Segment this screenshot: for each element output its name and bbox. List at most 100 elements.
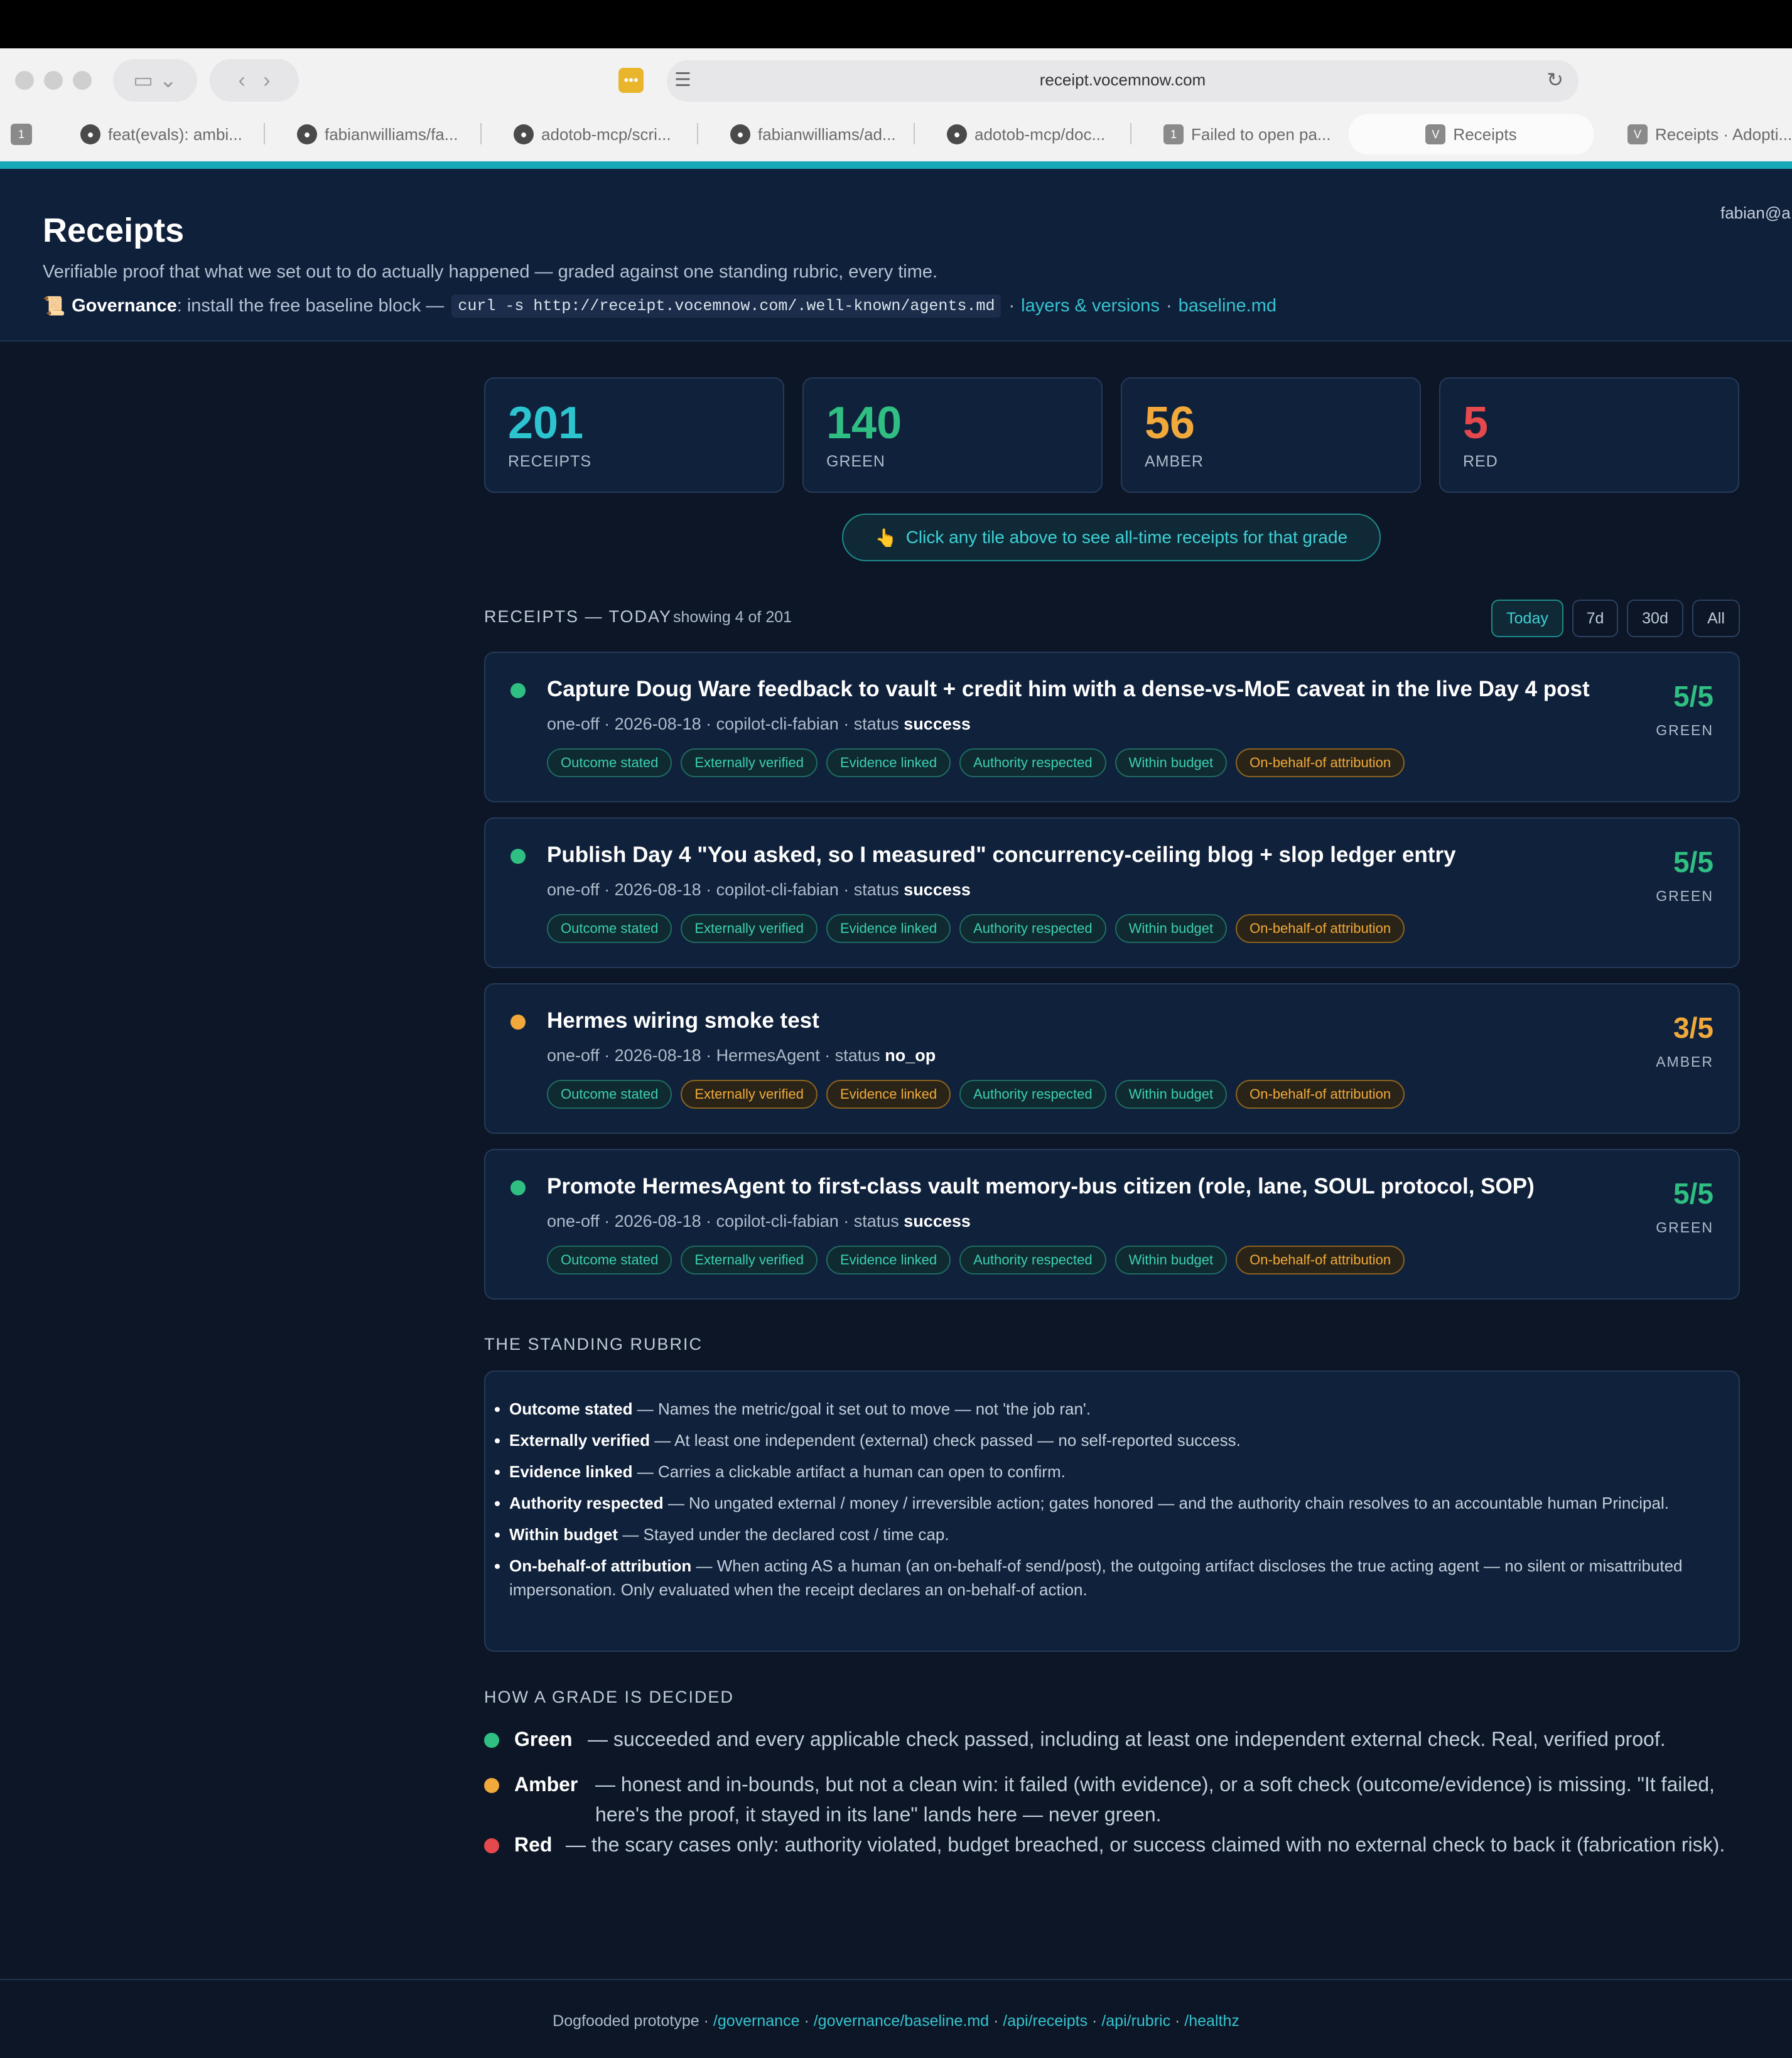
footer-link[interactable]: /healthz: [1184, 2012, 1239, 2030]
history-nav[interactable]: ‹ ›: [210, 59, 299, 102]
rubric-item: Authority respected — No ungated externa…: [509, 1491, 1716, 1515]
check-chip: Authority respected: [959, 1246, 1106, 1274]
check-chip: Within budget: [1115, 1080, 1228, 1109]
layers-versions-link[interactable]: layers & versions: [1021, 296, 1160, 316]
receipt-card[interactable]: Capture Doug Ware feedback to vault + cr…: [484, 652, 1740, 802]
check-chip: Externally verified: [681, 1246, 818, 1274]
tab-5[interactable]: ● adotob-mcp/doc...: [947, 114, 1126, 154]
tile-value: 140: [826, 398, 902, 448]
rubric-item-desc: — At least one independent (external) ch…: [650, 1431, 1241, 1450]
receipt-meta: one-off · 2026-08-18 · copilot-cli-fabia…: [547, 714, 971, 734]
receipt-status: success: [904, 880, 971, 899]
pointing-hand-icon: 👆: [875, 527, 897, 547]
tab-active[interactable]: V Receipts: [1349, 114, 1594, 154]
receipt-grade: GREEN: [1656, 1219, 1714, 1236]
range-7d-button[interactable]: 7d: [1572, 600, 1618, 637]
sidebar-toggle-button[interactable]: ▭ ⌄: [113, 59, 197, 102]
rubric-item-desc: — Stayed under the declared cost / time …: [618, 1525, 949, 1544]
range-30d-button[interactable]: 30d: [1627, 600, 1683, 637]
github-icon: ●: [80, 124, 100, 144]
grade-desc: — succeeded and every applicable check p…: [588, 1728, 1666, 1750]
grade-name: Red: [514, 1833, 553, 1856]
check-chip: Outcome stated: [547, 1080, 672, 1109]
rubric-list: Outcome stated — Names the metric/goal i…: [509, 1397, 1716, 1602]
window-zoom-button[interactable]: [73, 71, 92, 90]
tile-value: 201: [508, 398, 584, 448]
github-icon: ●: [730, 124, 750, 144]
separator: ·: [989, 2012, 1003, 2030]
separator: ·: [703, 2012, 713, 2030]
showing-count: showing 4 of 201: [673, 608, 792, 626]
check-chip: Outcome stated: [547, 748, 672, 777]
tile-green[interactable]: 140 GREEN: [802, 377, 1103, 493]
tab-1[interactable]: ● feat(evals): ambi...: [80, 114, 259, 154]
tile-red[interactable]: 5 RED: [1439, 377, 1739, 493]
rubric-item: Outcome stated — Names the metric/goal i…: [509, 1397, 1716, 1421]
grade-dot: [484, 1838, 499, 1853]
receipt-card[interactable]: Publish Day 4 "You asked, so I measured"…: [484, 817, 1740, 968]
window-minimize-button[interactable]: [44, 71, 63, 90]
reload-icon[interactable]: ↻: [1546, 68, 1563, 92]
tab-label: fabianwilliams/fa...: [325, 124, 458, 144]
user-email[interactable]: fabian@a: [1720, 203, 1791, 223]
window-close-button[interactable]: [15, 71, 34, 90]
tab-8[interactable]: V Receipts · Adopti...: [1627, 114, 1792, 154]
receipt-grade: AMBER: [1656, 1053, 1714, 1070]
tile-receipts[interactable]: 201 RECEIPTS: [484, 377, 784, 493]
grades-section-title: HOW A GRADE IS DECIDED: [484, 1688, 735, 1706]
grade-name: Amber: [514, 1773, 578, 1796]
check-chip: On-behalf-of attribution: [1236, 914, 1405, 943]
rubric-item-name: Externally verified: [509, 1431, 650, 1450]
tab-favicon: 1: [1163, 124, 1184, 144]
grade-rule-red: Red — the scary cases only: authority vi…: [484, 1829, 1740, 1890]
tab-label: adotob-mcp/scri...: [541, 124, 671, 144]
tile-label: RED: [1463, 453, 1498, 470]
receipt-card[interactable]: Promote HermesAgent to first-class vault…: [484, 1149, 1740, 1300]
governance-text: : install the free baseline block —: [176, 296, 445, 316]
check-chip: Authority respected: [959, 914, 1106, 943]
receipt-meta-text: one-off · 2026-08-18 · copilot-cli-fabia…: [547, 714, 904, 733]
receipt-card[interactable]: Hermes wiring smoke test one-off · 2026-…: [484, 983, 1740, 1134]
footer-divider: [0, 1979, 1792, 1980]
receipt-meta: one-off · 2026-08-18 · HermesAgent · sta…: [547, 1046, 936, 1065]
receipt-title[interactable]: Publish Day 4 "You asked, so I measured"…: [547, 843, 1456, 868]
footer-link[interactable]: /api/rubric: [1101, 2012, 1170, 2030]
footer-link[interactable]: /governance: [713, 2012, 800, 2030]
tab-favicon: V: [1425, 124, 1446, 144]
rubric-item-desc: — No ungated external / money / irrevers…: [663, 1494, 1669, 1512]
check-chip: Outcome stated: [547, 914, 672, 943]
tab-4[interactable]: ● fabianwilliams/ad...: [730, 114, 909, 154]
install-command[interactable]: curl -s http://receipt.vocemnow.com/.wel…: [451, 294, 1001, 318]
tab-group-count[interactable]: 1: [9, 114, 34, 154]
rubric-item: Externally verified — At least one indep…: [509, 1428, 1716, 1452]
receipt-title[interactable]: Capture Doug Ware feedback to vault + cr…: [547, 677, 1590, 702]
baseline-link[interactable]: baseline.md: [1179, 296, 1277, 316]
footer-link[interactable]: /governance/baseline.md: [814, 2012, 989, 2030]
rubric-item-name: Within budget: [509, 1525, 618, 1544]
range-all-button[interactable]: All: [1692, 600, 1740, 637]
check-chip: Externally verified: [681, 748, 818, 777]
tab-label: feat(evals): ambi...: [108, 124, 242, 144]
check-chip: Externally verified: [681, 914, 818, 943]
tab-6[interactable]: 1 Failed to open pa...: [1163, 114, 1342, 154]
tab-2[interactable]: ● fabianwilliams/fa...: [297, 114, 476, 154]
footer-link[interactable]: /api/receipts: [1003, 2012, 1088, 2030]
range-today-button[interactable]: Today: [1491, 600, 1563, 637]
check-chips: Outcome stated Externally verified Evidenc…: [547, 1080, 1405, 1109]
grade-dot: [510, 1015, 526, 1030]
receipt-score: 3/5: [1673, 1011, 1714, 1044]
tab-label: Failed to open pa...: [1191, 124, 1331, 144]
tab-divider: [1130, 123, 1131, 144]
check-chip: On-behalf-of attribution: [1236, 1080, 1405, 1109]
page-header: Receipts Verifiable proof that what we s…: [0, 169, 1792, 342]
password-extension-icon[interactable]: •••: [618, 68, 644, 93]
address-bar[interactable]: ☰ receipt.vocemnow.com ↻: [667, 60, 1579, 102]
sidebar-icon: ▭ ⌄: [132, 68, 178, 92]
tile-amber[interactable]: 56 AMBER: [1121, 377, 1421, 493]
receipt-title[interactable]: Promote HermesAgent to first-class vault…: [547, 1174, 1535, 1199]
page-title: Receipts: [43, 212, 185, 249]
receipt-title[interactable]: Hermes wiring smoke test: [547, 1008, 819, 1033]
tile-label: AMBER: [1145, 453, 1204, 470]
tab-3[interactable]: ● adotob-mcp/scri...: [514, 114, 693, 154]
receipt-meta: one-off · 2026-08-18 · copilot-cli-fabia…: [547, 1212, 971, 1231]
